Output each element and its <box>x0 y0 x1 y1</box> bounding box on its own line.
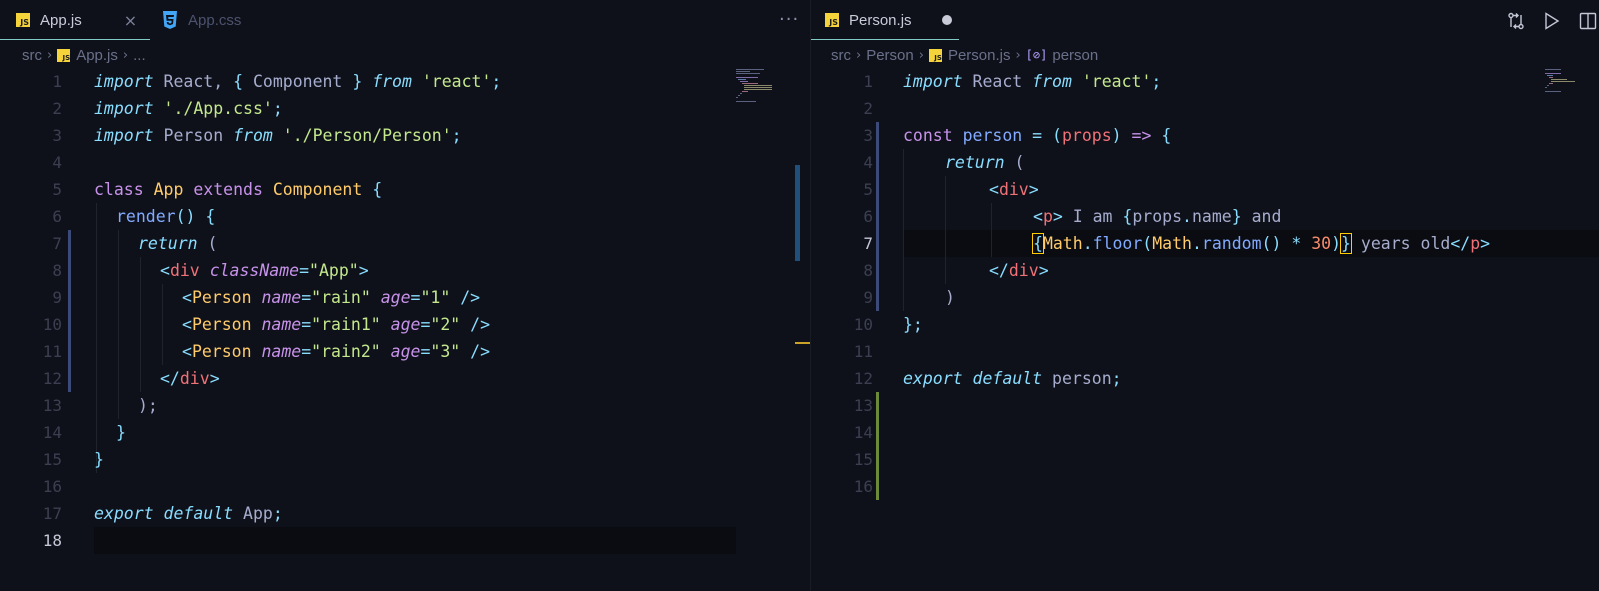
right-editor-group: JS Person.js src › Person › JS Person.js… <box>811 0 1599 591</box>
code-line: <Person name="rain2" age="3" /> <box>182 342 491 361</box>
code-line: } <box>116 423 126 442</box>
js-file-icon: JS <box>825 13 839 27</box>
line-number-row: 2 <box>811 95 1599 122</box>
breadcrumb-file[interactable]: JS Person.js <box>928 47 1010 64</box>
js-file-icon: JS <box>928 48 942 62</box>
code-line: render() { <box>116 207 216 226</box>
breadcrumb-folder[interactable]: Person <box>866 47 914 64</box>
code-line: </div> <box>160 369 220 388</box>
code-line: <p> I am {props.name} and <box>1033 207 1282 226</box>
breadcrumb-symbol[interactable]: [⊘] person <box>1026 47 1099 64</box>
tab-label: App.css <box>188 11 242 29</box>
editor-actions <box>1491 10 1599 32</box>
minimap[interactable] <box>1545 68 1575 96</box>
line-number-row: 13 <box>811 392 1599 419</box>
code-line: import React, { Component } from 'react'… <box>94 72 502 91</box>
code-line: ) <box>945 288 955 307</box>
breadcrumb-symbol[interactable]: ... <box>133 47 146 64</box>
code-line: const person = (props) => { <box>903 126 1172 145</box>
code-line: <div className="App"> <box>160 261 369 280</box>
breadcrumb: src › Person › JS Person.js › [⊘] person <box>811 44 1599 66</box>
chevron-right-icon: › <box>47 47 53 63</box>
compare-changes-icon[interactable] <box>1505 10 1527 32</box>
tab-person-js[interactable]: JS Person.js <box>825 0 952 40</box>
code-line: <div> <box>989 180 1039 199</box>
line-number: 13 <box>853 396 873 415</box>
code-line: {Math.floor(Math.random() * 30)} years o… <box>1032 233 1491 254</box>
line-number-row: 14 <box>811 419 1599 446</box>
active-tab-indicator <box>0 39 150 40</box>
chevron-right-icon: › <box>122 47 129 63</box>
code-line: ); <box>138 396 158 415</box>
code-line: return ( <box>945 153 1025 172</box>
css-file-icon <box>163 11 177 29</box>
code-line: <Person name="rain1" age="2" /> <box>182 315 491 334</box>
left-tab-bar: JS App.js × App.css ··· <box>0 0 810 40</box>
line-number-row: 4 <box>0 149 810 176</box>
line-number: 16 <box>42 477 62 496</box>
js-file-icon: JS <box>16 13 30 27</box>
code-line: export default App; <box>94 504 283 523</box>
chevron-right-icon: › <box>856 47 862 63</box>
vertical-scrollbar[interactable] <box>795 165 800 261</box>
breadcrumb-folder[interactable]: src <box>831 47 851 64</box>
line-number: 15 <box>853 450 873 469</box>
line-number: 18 <box>42 531 62 550</box>
play-icon[interactable] <box>1541 10 1563 32</box>
code-line: }; <box>903 315 923 334</box>
tab-label: App.js <box>40 11 82 29</box>
left-editor-group: JS App.js × App.css ··· src › JS App.js … <box>0 0 810 591</box>
breadcrumb: src › JS App.js › ... <box>0 44 810 66</box>
code-line: class App extends Component { <box>94 180 383 199</box>
code-line: import './App.css'; <box>94 99 283 118</box>
code-line: import Person from './Person/Person'; <box>94 126 462 145</box>
js-file-icon: JS <box>57 48 71 62</box>
close-icon[interactable]: × <box>124 11 137 30</box>
line-number: 11 <box>853 342 873 361</box>
chevron-right-icon: › <box>918 47 924 63</box>
code-editor-person-js[interactable]: 1 2 3 4 5 6 7 8 9 10 11 12 13 14 15 16 import React fro… <box>811 68 1599 591</box>
right-tab-bar: JS Person.js <box>811 0 1599 40</box>
line-number: 16 <box>853 477 873 496</box>
minimap[interactable] <box>736 68 776 108</box>
active-tab-indicator <box>811 39 959 40</box>
split-editor-icon[interactable] <box>1577 10 1599 32</box>
unsaved-dot-icon[interactable] <box>941 15 952 25</box>
tab-app-css[interactable]: App.css <box>162 0 241 40</box>
code-editor-app-js[interactable]: 1 2 3 4 5 6 7 8 9 10 11 12 13 14 15 16 17 18 import React… <box>0 68 810 591</box>
line-number-row: 18 <box>0 527 810 554</box>
overview-ruler-marker <box>795 342 810 344</box>
breadcrumb-file[interactable]: JS App.js <box>57 47 118 64</box>
code-line: export default person; <box>903 369 1122 388</box>
line-number-row: 15 <box>811 446 1599 473</box>
line-number: 4 <box>52 153 62 172</box>
line-number-row: 11 <box>811 338 1599 365</box>
line-number-row: 16 <box>0 473 810 500</box>
tab-app-js[interactable]: JS App.js × <box>16 0 137 40</box>
more-actions-icon[interactable]: ··· <box>779 9 799 30</box>
chevron-right-icon: › <box>1015 47 1021 63</box>
code-line: } <box>94 450 104 469</box>
line-number: 2 <box>863 99 873 118</box>
code-line: import React from 'react'; <box>903 72 1162 91</box>
breadcrumb-folder[interactable]: src <box>22 47 42 64</box>
line-number: 14 <box>853 423 873 442</box>
code-line: return ( <box>138 234 218 253</box>
line-number-row: 16 <box>811 473 1599 500</box>
code-line: <Person name="rain" age="1" /> <box>182 288 481 307</box>
code-line: </div> <box>989 261 1049 280</box>
variable-symbol-icon: [⊘] <box>1025 48 1048 62</box>
tab-label: Person.js <box>849 11 912 29</box>
